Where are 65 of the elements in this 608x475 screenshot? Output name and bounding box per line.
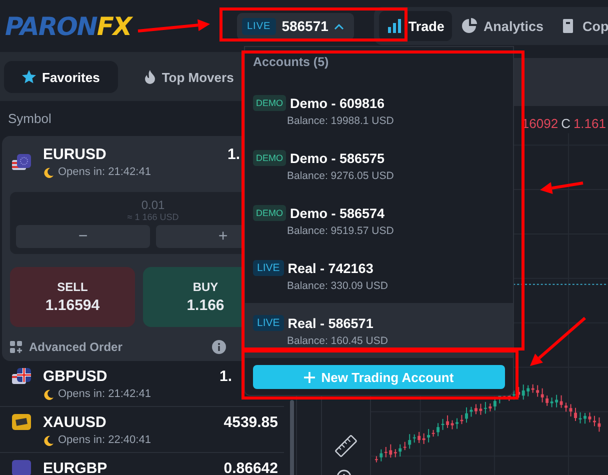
account-number: 586571 <box>282 18 328 34</box>
star-icon <box>22 70 36 84</box>
info-icon[interactable] <box>212 340 226 354</box>
symbol-price: 4539.85 <box>224 414 278 431</box>
sell-button[interactable]: SELL 1.16594 <box>10 267 135 327</box>
scrollbar-thumb[interactable] <box>290 400 294 475</box>
nav-tab[interactable]: Cop <box>553 11 608 41</box>
account-balance: Balance: 19988.1 USD <box>287 115 394 127</box>
ruler-icon[interactable] <box>335 435 357 457</box>
panel-tab[interactable]: Favorites <box>4 61 118 93</box>
symbol-name: XAUUSD <box>43 414 108 431</box>
moon-icon <box>43 434 54 446</box>
symbol-name: GBPUSD <box>43 368 108 385</box>
account-badge: LIVE <box>253 315 284 331</box>
nav-tab[interactable]: Analytics <box>454 11 552 41</box>
bar-chart-icon <box>387 18 402 34</box>
logo-text: PARON <box>5 12 97 40</box>
plus-icon <box>304 372 316 382</box>
market-status: Opens in: 21:42:41 <box>58 166 151 178</box>
decrease-button[interactable]: − <box>16 225 150 248</box>
moon-icon <box>43 388 54 400</box>
column-header: Symbol <box>7 110 52 128</box>
symbol-price: 1. <box>227 146 240 163</box>
flag-pair-icon <box>12 460 31 475</box>
flag-pair-icon <box>12 368 31 384</box>
account-badge: DEMO <box>253 150 286 166</box>
account-balance: Balance: 160.45 USD <box>287 335 388 347</box>
menu-title: Accounts (5) <box>252 54 330 71</box>
account-balance: Balance: 9276.05 USD <box>287 170 394 182</box>
account-badge: DEMO <box>253 205 286 221</box>
account-balance: Balance: 9519.57 USD <box>287 225 394 237</box>
symbol-price: 1. <box>219 368 232 385</box>
logo-text: FX <box>96 12 132 40</box>
advanced-order-label[interactable]: Advanced Order <box>29 340 122 354</box>
market-status: Opens in: 21:42:41 <box>58 388 151 400</box>
account-badge: DEMO <box>253 95 286 111</box>
volume-value: 0.01 <box>141 198 165 212</box>
grid-plus-icon <box>10 340 23 354</box>
symbol-name: EURGBP <box>43 460 108 475</box>
account-name: Demo - 609816 <box>290 96 385 110</box>
account-badge: LIVE <box>253 260 284 276</box>
price-label: C <box>561 116 570 131</box>
pointer-arrow <box>540 182 584 194</box>
pie-chart-icon <box>462 18 478 34</box>
account-name: Demo - 586574 <box>290 206 385 220</box>
account-item[interactable]: DEMO Demo - 586575 Balance: 9276.05 USD <box>245 138 513 193</box>
symbol-name: EURUSD <box>43 146 108 163</box>
bullion-icon <box>12 414 31 430</box>
symbol-row[interactable]: XAUUSD Opens in: 22:40:41 4539.85 <box>0 407 284 453</box>
flag-pair-icon <box>12 154 31 170</box>
account-name: Demo - 586575 <box>290 150 385 166</box>
price-value: 1.161 <box>573 116 606 131</box>
account-badge: LIVE <box>242 18 276 34</box>
symbol-row[interactable]: EURGBP 0.86642 <box>0 453 284 475</box>
nav-tab[interactable]: Trade <box>379 11 452 41</box>
flame-icon <box>144 70 156 84</box>
moon-icon <box>43 166 54 178</box>
caret-icon <box>334 22 344 30</box>
account-item[interactable]: LIVE Real - 586571 Balance: 160.45 USD <box>245 303 513 358</box>
symbol-price: 0.86642 <box>224 460 278 475</box>
pointer-arrow <box>530 316 586 366</box>
price-value: 16092 <box>522 116 558 131</box>
market-status: Opens in: 22:40:41 <box>58 434 151 446</box>
account-switcher[interactable]: LIVE 586571 <box>237 12 354 40</box>
volume-approx: ≈ 1 166 USD <box>127 212 179 222</box>
